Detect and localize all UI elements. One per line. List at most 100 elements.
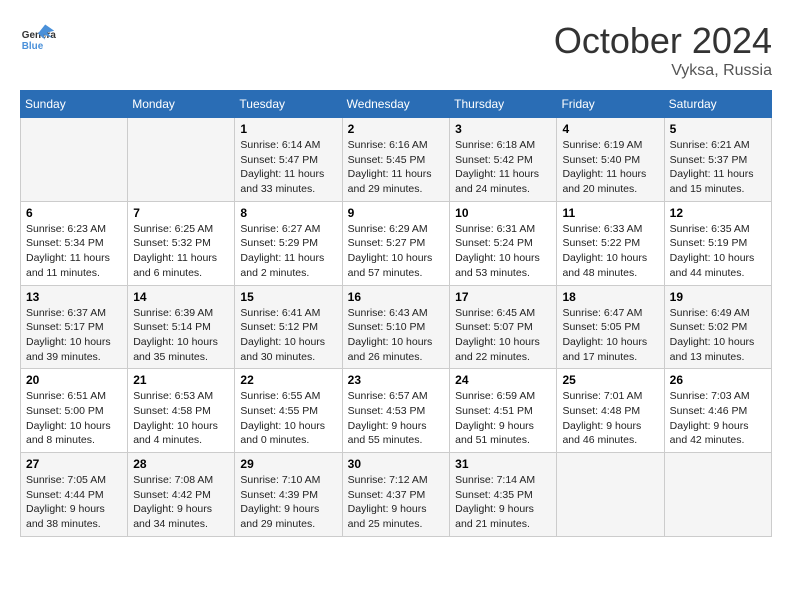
day-number: 21 — [133, 373, 229, 387]
day-header-friday: Friday — [557, 91, 664, 118]
day-info: Sunrise: 6:47 AM Sunset: 5:05 PM Dayligh… — [562, 306, 658, 365]
day-cell-13: 13Sunrise: 6:37 AM Sunset: 5:17 PM Dayli… — [21, 285, 128, 369]
week-row-2: 6 Sunrise: 6:23 AM Sunset: 5:34 PM Daylig… — [21, 201, 772, 285]
day-info: Sunrise: 6:49 AM Sunset: 5:02 PM Dayligh… — [670, 306, 766, 365]
day-info: Sunrise: 7:08 AM Sunset: 4:42 PM Dayligh… — [133, 473, 229, 532]
week-row-4: 20Sunrise: 6:51 AM Sunset: 5:00 PM Dayli… — [21, 369, 772, 453]
day-info: Sunrise: 6:45 AM Sunset: 5:07 PM Dayligh… — [455, 306, 551, 365]
day-info: Sunrise: 6:53 AM Sunset: 4:58 PM Dayligh… — [133, 389, 229, 448]
day-info: Sunrise: 6:37 AM Sunset: 5:17 PM Dayligh… — [26, 306, 122, 365]
day-info: Sunrise: 7:12 AM Sunset: 4:37 PM Dayligh… — [348, 473, 444, 532]
day-cell-3: 3 Sunrise: 6:18 AM Sunset: 5:42 PM Daylig… — [450, 118, 557, 202]
day-number: 26 — [670, 373, 766, 387]
day-cell-15: 15 Sunrise: 6:41 AM Sunset: 5:12 PM Dayli… — [235, 285, 342, 369]
day-cell-18: 18 Sunrise: 6:47 AM Sunset: 5:05 PM Dayli… — [557, 285, 664, 369]
empty-cell — [664, 453, 771, 537]
day-number: 2 — [348, 122, 444, 136]
day-info: Sunrise: 6:16 AM Sunset: 5:45 PM Dayligh… — [348, 138, 444, 197]
day-header-wednesday: Wednesday — [342, 91, 449, 118]
day-cell-8: 8Sunrise: 6:27 AM Sunset: 5:29 PM Daylig… — [235, 201, 342, 285]
day-cell-25: 25 Sunrise: 7:01 AM Sunset: 4:48 PM Dayli… — [557, 369, 664, 453]
day-info: Sunrise: 6:43 AM Sunset: 5:10 PM Dayligh… — [348, 306, 444, 365]
day-cell-20: 20Sunrise: 6:51 AM Sunset: 5:00 PM Dayli… — [21, 369, 128, 453]
day-number: 11 — [562, 206, 658, 220]
day-cell-4: 4 Sunrise: 6:19 AM Sunset: 5:40 PM Daylig… — [557, 118, 664, 202]
day-header-saturday: Saturday — [664, 91, 771, 118]
day-info: Sunrise: 6:57 AM Sunset: 4:53 PM Dayligh… — [348, 389, 444, 448]
calendar-header-row: SundayMondayTuesdayWednesdayThursdayFrid… — [21, 91, 772, 118]
day-info: Sunrise: 7:01 AM Sunset: 4:48 PM Dayligh… — [562, 389, 658, 448]
day-number: 14 — [133, 290, 229, 304]
day-info: Sunrise: 6:19 AM Sunset: 5:40 PM Dayligh… — [562, 138, 658, 197]
day-cell-5: 5Sunrise: 6:21 AM Sunset: 5:37 PM Daylig… — [664, 118, 771, 202]
day-number: 28 — [133, 457, 229, 471]
day-number: 18 — [562, 290, 658, 304]
day-info: Sunrise: 6:25 AM Sunset: 5:32 PM Dayligh… — [133, 222, 229, 281]
day-number: 19 — [670, 290, 766, 304]
day-number: 25 — [562, 373, 658, 387]
day-cell-9: 9 Sunrise: 6:29 AM Sunset: 5:27 PM Daylig… — [342, 201, 449, 285]
day-number: 4 — [562, 122, 658, 136]
day-number: 12 — [670, 206, 766, 220]
calendar-table: SundayMondayTuesdayWednesdayThursdayFrid… — [20, 90, 772, 537]
day-cell-11: 11 Sunrise: 6:33 AM Sunset: 5:22 PM Dayli… — [557, 201, 664, 285]
day-info: Sunrise: 6:14 AM Sunset: 5:47 PM Dayligh… — [240, 138, 336, 197]
day-info: Sunrise: 6:59 AM Sunset: 4:51 PM Dayligh… — [455, 389, 551, 448]
day-number: 29 — [240, 457, 336, 471]
day-info: Sunrise: 6:23 AM Sunset: 5:34 PM Dayligh… — [26, 222, 122, 281]
day-cell-28: 28 Sunrise: 7:08 AM Sunset: 4:42 PM Dayli… — [128, 453, 235, 537]
day-info: Sunrise: 6:33 AM Sunset: 5:22 PM Dayligh… — [562, 222, 658, 281]
day-number: 9 — [348, 206, 444, 220]
day-info: Sunrise: 6:21 AM Sunset: 5:37 PM Dayligh… — [670, 138, 766, 197]
day-info: Sunrise: 6:18 AM Sunset: 5:42 PM Dayligh… — [455, 138, 551, 197]
week-row-1: 1 Sunrise: 6:14 AM Sunset: 5:47 PM Daylig… — [21, 118, 772, 202]
day-cell-22: 22 Sunrise: 6:55 AM Sunset: 4:55 PM Dayli… — [235, 369, 342, 453]
day-info: Sunrise: 6:51 AM Sunset: 5:00 PM Dayligh… — [26, 389, 122, 448]
day-cell-14: 14 Sunrise: 6:39 AM Sunset: 5:14 PM Dayli… — [128, 285, 235, 369]
svg-text:General: General — [22, 30, 56, 41]
day-number: 1 — [240, 122, 336, 136]
day-header-tuesday: Tuesday — [235, 91, 342, 118]
day-cell-12: 12 Sunrise: 6:35 AM Sunset: 5:19 PM Dayli… — [664, 201, 771, 285]
day-cell-24: 24 Sunrise: 6:59 AM Sunset: 4:51 PM Dayli… — [450, 369, 557, 453]
day-cell-6: 6 Sunrise: 6:23 AM Sunset: 5:34 PM Daylig… — [21, 201, 128, 285]
day-cell-29: 29Sunrise: 7:10 AM Sunset: 4:39 PM Dayli… — [235, 453, 342, 537]
day-cell-23: 23Sunrise: 6:57 AM Sunset: 4:53 PM Dayli… — [342, 369, 449, 453]
page-header: General Blue October 2024 Vyksa, Russia — [20, 20, 772, 80]
day-cell-16: 16 Sunrise: 6:43 AM Sunset: 5:10 PM Dayli… — [342, 285, 449, 369]
day-number: 16 — [348, 290, 444, 304]
day-cell-26: 26 Sunrise: 7:03 AM Sunset: 4:46 PM Dayli… — [664, 369, 771, 453]
logo: General Blue — [20, 20, 56, 56]
day-header-thursday: Thursday — [450, 91, 557, 118]
day-cell-2: 2 Sunrise: 6:16 AM Sunset: 5:45 PM Daylig… — [342, 118, 449, 202]
day-number: 6 — [26, 206, 122, 220]
day-cell-17: 17Sunrise: 6:45 AM Sunset: 5:07 PM Dayli… — [450, 285, 557, 369]
day-info: Sunrise: 6:41 AM Sunset: 5:12 PM Dayligh… — [240, 306, 336, 365]
day-number: 7 — [133, 206, 229, 220]
day-header-monday: Monday — [128, 91, 235, 118]
day-number: 22 — [240, 373, 336, 387]
day-info: Sunrise: 7:03 AM Sunset: 4:46 PM Dayligh… — [670, 389, 766, 448]
day-cell-7: 7 Sunrise: 6:25 AM Sunset: 5:32 PM Daylig… — [128, 201, 235, 285]
day-number: 31 — [455, 457, 551, 471]
week-row-3: 13Sunrise: 6:37 AM Sunset: 5:17 PM Dayli… — [21, 285, 772, 369]
day-info: Sunrise: 6:55 AM Sunset: 4:55 PM Dayligh… — [240, 389, 336, 448]
day-info: Sunrise: 6:27 AM Sunset: 5:29 PM Dayligh… — [240, 222, 336, 281]
day-cell-21: 21 Sunrise: 6:53 AM Sunset: 4:58 PM Dayli… — [128, 369, 235, 453]
day-info: Sunrise: 6:29 AM Sunset: 5:27 PM Dayligh… — [348, 222, 444, 281]
title-block: October 2024 Vyksa, Russia — [554, 20, 772, 80]
day-info: Sunrise: 7:14 AM Sunset: 4:35 PM Dayligh… — [455, 473, 551, 532]
day-info: Sunrise: 6:35 AM Sunset: 5:19 PM Dayligh… — [670, 222, 766, 281]
location-title: Vyksa, Russia — [554, 62, 772, 80]
day-cell-1: 1 Sunrise: 6:14 AM Sunset: 5:47 PM Daylig… — [235, 118, 342, 202]
day-cell-31: 31 Sunrise: 7:14 AM Sunset: 4:35 PM Dayli… — [450, 453, 557, 537]
empty-cell — [21, 118, 128, 202]
logo-icon: General Blue — [20, 20, 56, 56]
day-cell-10: 10Sunrise: 6:31 AM Sunset: 5:24 PM Dayli… — [450, 201, 557, 285]
day-cell-27: 27Sunrise: 7:05 AM Sunset: 4:44 PM Dayli… — [21, 453, 128, 537]
day-number: 24 — [455, 373, 551, 387]
day-info: Sunrise: 6:39 AM Sunset: 5:14 PM Dayligh… — [133, 306, 229, 365]
day-number: 15 — [240, 290, 336, 304]
day-number: 3 — [455, 122, 551, 136]
day-info: Sunrise: 7:05 AM Sunset: 4:44 PM Dayligh… — [26, 473, 122, 532]
